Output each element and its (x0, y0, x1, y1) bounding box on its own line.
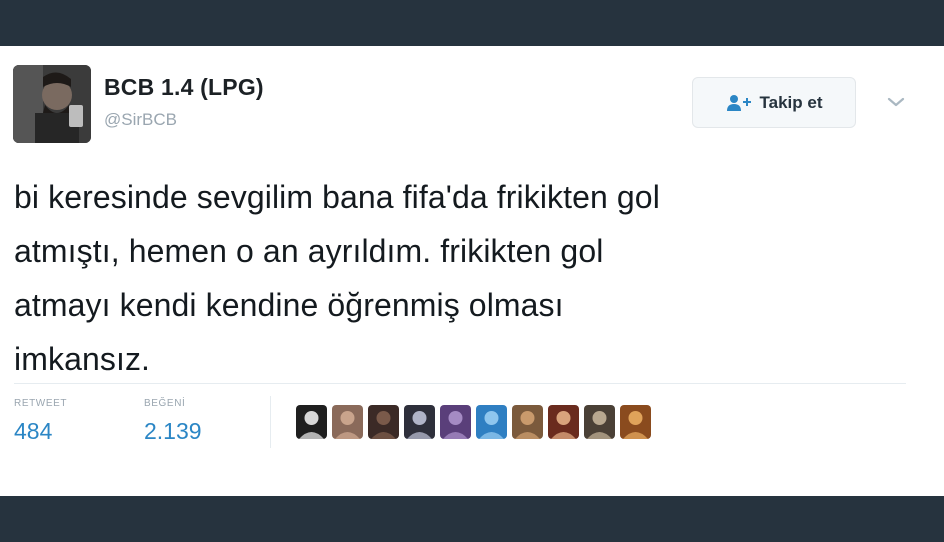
follow-button[interactable]: Takip et (692, 77, 856, 128)
liker-avatars (296, 405, 651, 439)
tweet-menu-button[interactable] (884, 92, 908, 112)
screenshot-frame: BCB 1.4 (LPG) @SirBCB Takip et bi keresi… (0, 0, 944, 542)
liker-photo-icon (368, 405, 399, 439)
liker-photo-icon (404, 405, 435, 439)
follow-person-icon (726, 94, 751, 111)
chevron-down-icon (887, 97, 905, 107)
liker-photo-icon (620, 405, 651, 439)
liker-avatar[interactable] (296, 405, 327, 439)
liker-avatar[interactable] (404, 405, 435, 439)
user-display-name[interactable]: BCB 1.4 (LPG) (104, 74, 264, 101)
retweet-label: RETWEET (14, 398, 68, 409)
avatar-photo-icon (13, 65, 91, 143)
liker-photo-icon (548, 405, 579, 439)
liker-avatar[interactable] (476, 405, 507, 439)
divider (14, 383, 906, 384)
likes-stat[interactable]: BEĞENİ 2.139 (144, 398, 202, 445)
follow-button-label: Takip et (759, 92, 823, 112)
liker-photo-icon (332, 405, 363, 439)
likes-count: 2.139 (144, 418, 202, 444)
stats-separator (270, 396, 271, 448)
tweet-text: bi keresinde sevgilim bana fifa'da friki… (14, 179, 660, 377)
liker-photo-icon (296, 405, 327, 439)
avatar[interactable] (13, 65, 91, 143)
liker-avatar[interactable] (548, 405, 579, 439)
user-handle[interactable]: @SirBCB (104, 110, 177, 130)
liker-photo-icon (440, 405, 471, 439)
liker-avatar[interactable] (512, 405, 543, 439)
liker-avatar[interactable] (332, 405, 363, 439)
liker-photo-icon (476, 405, 507, 439)
likes-label: BEĞENİ (144, 398, 186, 409)
retweet-count: 484 (14, 418, 53, 444)
liker-avatar[interactable] (368, 405, 399, 439)
liker-avatar[interactable] (440, 405, 471, 439)
liker-photo-icon (584, 405, 615, 439)
liker-avatar[interactable] (584, 405, 615, 439)
retweet-stat[interactable]: RETWEET 484 (14, 398, 67, 445)
liker-avatar[interactable] (620, 405, 651, 439)
liker-photo-icon (512, 405, 543, 439)
